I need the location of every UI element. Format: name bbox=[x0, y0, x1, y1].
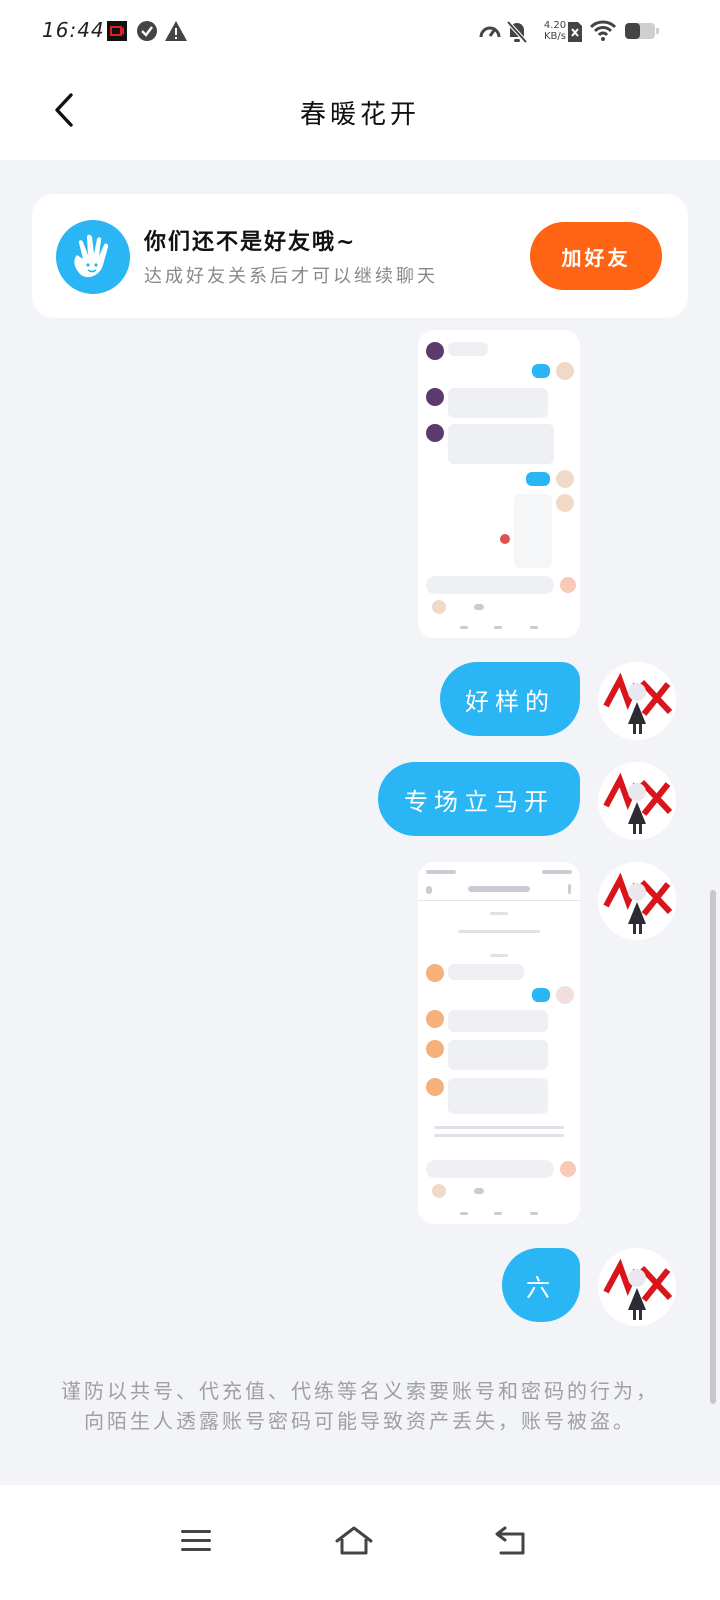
status-bar: 16:44 4.20 KB/s bbox=[0, 0, 720, 64]
mini-avatar bbox=[556, 362, 574, 380]
mini-bubble bbox=[448, 342, 488, 356]
mini-time bbox=[490, 954, 508, 957]
mini-nav bbox=[460, 626, 468, 629]
bell-off-icon bbox=[506, 20, 530, 44]
status-time: 16:44 bbox=[42, 18, 105, 42]
mini-avatar bbox=[556, 986, 574, 1004]
speedometer-icon bbox=[478, 20, 502, 44]
mini-avatar bbox=[556, 470, 574, 488]
mini-nav bbox=[494, 626, 502, 629]
mini-time bbox=[490, 912, 508, 915]
mini-statusbar bbox=[426, 870, 456, 874]
back-nav-button[interactable] bbox=[482, 1515, 538, 1571]
mini-nav bbox=[494, 1212, 502, 1215]
mini-nested-shot bbox=[514, 494, 552, 568]
user-avatar[interactable] bbox=[598, 862, 676, 940]
user-avatar[interactable] bbox=[598, 662, 676, 740]
mini-avatar bbox=[426, 1040, 444, 1058]
mini-divider bbox=[418, 900, 580, 901]
menu-icon bbox=[180, 1528, 212, 1558]
mini-bubble bbox=[448, 964, 524, 980]
mini-avatar bbox=[426, 964, 444, 982]
image-message[interactable] bbox=[418, 330, 580, 638]
system-nav-bar bbox=[0, 1485, 720, 1600]
mini-statusbar bbox=[542, 870, 572, 874]
message-bubble[interactable]: 好样的 bbox=[440, 662, 580, 736]
back-icon bbox=[493, 1526, 527, 1560]
user-avatar[interactable] bbox=[598, 762, 676, 840]
mini-more bbox=[568, 884, 571, 894]
add-friend-button[interactable]: 加好友 bbox=[530, 222, 662, 290]
mini-bubble bbox=[448, 424, 554, 464]
mini-system bbox=[458, 930, 540, 933]
mini-bubble bbox=[532, 988, 550, 1002]
mini-bubble bbox=[448, 1078, 548, 1114]
mini-error-dot bbox=[500, 534, 510, 544]
mini-nav bbox=[530, 626, 538, 629]
mini-avatar bbox=[426, 1078, 444, 1096]
message-bubble[interactable]: 六 bbox=[502, 1248, 580, 1322]
mini-bubble bbox=[526, 472, 550, 486]
mini-avatar bbox=[432, 1184, 446, 1198]
mini-bubble bbox=[448, 388, 548, 418]
chat-scrollbar[interactable] bbox=[710, 890, 716, 1404]
home-icon bbox=[334, 1525, 374, 1561]
wifi-icon bbox=[589, 20, 617, 44]
mini-back bbox=[426, 886, 432, 894]
mini-send bbox=[560, 577, 576, 593]
mini-input bbox=[426, 1160, 554, 1178]
mini-icon bbox=[474, 1188, 484, 1194]
mini-input bbox=[426, 576, 554, 594]
screen-record-icon bbox=[106, 20, 130, 44]
sim-off-icon bbox=[566, 20, 590, 44]
mini-bubble bbox=[532, 364, 550, 378]
battery-icon bbox=[624, 20, 660, 44]
mini-avatar bbox=[432, 600, 446, 614]
mini-system bbox=[434, 1134, 564, 1137]
mini-avatar bbox=[426, 1010, 444, 1028]
mini-avatar bbox=[426, 342, 444, 360]
hand-wave-icon bbox=[56, 220, 130, 294]
mini-nav bbox=[460, 1212, 468, 1215]
chat-header: 春暖花开 bbox=[0, 64, 720, 160]
notice-subtitle: 达成好友关系后才可以继续聊天 bbox=[144, 266, 438, 287]
message-bubble[interactable]: 专场立马开 bbox=[378, 762, 580, 836]
notice-title: 你们还不是好友哦~ bbox=[144, 229, 357, 255]
mini-bubble bbox=[448, 1040, 548, 1070]
menu-button[interactable] bbox=[168, 1515, 224, 1571]
image-message[interactable] bbox=[418, 862, 580, 1224]
mini-system bbox=[434, 1126, 564, 1129]
mini-send bbox=[560, 1161, 576, 1177]
warning-icon bbox=[164, 20, 188, 44]
mini-bubble bbox=[448, 1010, 548, 1032]
page-title: 春暖花开 bbox=[299, 100, 420, 130]
check-circle-icon bbox=[136, 20, 160, 44]
mini-avatar bbox=[556, 494, 574, 512]
home-button[interactable] bbox=[326, 1515, 382, 1571]
not-friends-notice: 你们还不是好友哦~ 达成好友关系后才可以继续聊天 加好友 bbox=[32, 194, 688, 318]
mini-avatar bbox=[426, 424, 444, 442]
mini-icon bbox=[474, 604, 484, 610]
mini-avatar bbox=[426, 388, 444, 406]
user-avatar[interactable] bbox=[598, 1248, 676, 1326]
mini-title bbox=[468, 886, 530, 892]
mini-nav bbox=[530, 1212, 538, 1215]
safety-warning: 谨防以共号、代充值、代练等名义索要账号和密码的行为，向陌生人透露账号密码可能导致… bbox=[61, 1379, 659, 1433]
